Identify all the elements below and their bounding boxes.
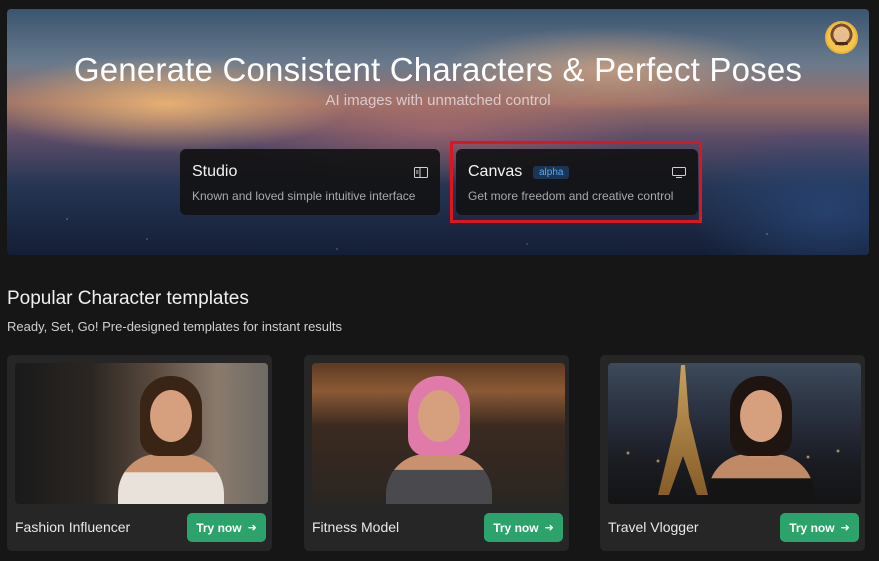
- studio-title: Studio: [192, 163, 238, 180]
- try-now-label: Try now: [493, 520, 539, 535]
- hero-banner: Generate Consistent Characters & Perfect…: [7, 9, 869, 255]
- try-now-button[interactable]: Try now ➜: [187, 513, 266, 542]
- studio-mode-card[interactable]: Studio Known and loved simple intuitive …: [180, 149, 440, 215]
- try-now-label: Try now: [196, 520, 242, 535]
- template-name: Fashion Influencer: [15, 519, 131, 535]
- arrow-right-icon: ➜: [544, 522, 554, 534]
- arrow-right-icon: ➜: [247, 522, 257, 534]
- template-thumbnail: [312, 363, 565, 504]
- hero-subtitle: AI images with unmatched control: [325, 92, 551, 109]
- hero-title: Generate Consistent Characters & Perfect…: [73, 51, 803, 88]
- alpha-badge: alpha: [533, 166, 570, 179]
- template-card-fashion-influencer[interactable]: Fashion Influencer Try now ➜: [7, 355, 272, 551]
- avatar-mustache-icon: [835, 42, 848, 45]
- portrait-image: [378, 376, 498, 504]
- template-thumbnail: [608, 363, 861, 504]
- template-card-fitness-model[interactable]: Fitness Model Try now ➜: [304, 355, 569, 551]
- template-name: Fitness Model: [312, 519, 400, 535]
- templates-section-title: Popular Character templates: [7, 288, 249, 309]
- canvas-title: Canvas: [468, 163, 523, 180]
- panel-icon: [414, 167, 428, 178]
- canvas-mode-card[interactable]: Canvas alpha Get more freedom and creati…: [456, 149, 698, 215]
- monitor-icon: [672, 167, 686, 178]
- templates-section-subtitle: Ready, Set, Go! Pre-designed templates f…: [7, 319, 343, 334]
- try-now-label: Try now: [789, 520, 835, 535]
- studio-description: Known and loved simple intuitive interfa…: [192, 189, 416, 203]
- portrait-image: [110, 376, 230, 504]
- template-thumbnail: [15, 363, 268, 504]
- template-name: Travel Vlogger: [608, 519, 699, 535]
- canvas-description: Get more freedom and creative control: [468, 189, 674, 203]
- arrow-right-icon: ➜: [840, 522, 850, 534]
- portrait-image: [700, 376, 820, 504]
- try-now-button[interactable]: Try now ➜: [484, 513, 563, 542]
- user-avatar[interactable]: [825, 21, 858, 54]
- try-now-button[interactable]: Try now ➜: [780, 513, 859, 542]
- template-card-travel-vlogger[interactable]: Travel Vlogger Try now ➜: [600, 355, 865, 551]
